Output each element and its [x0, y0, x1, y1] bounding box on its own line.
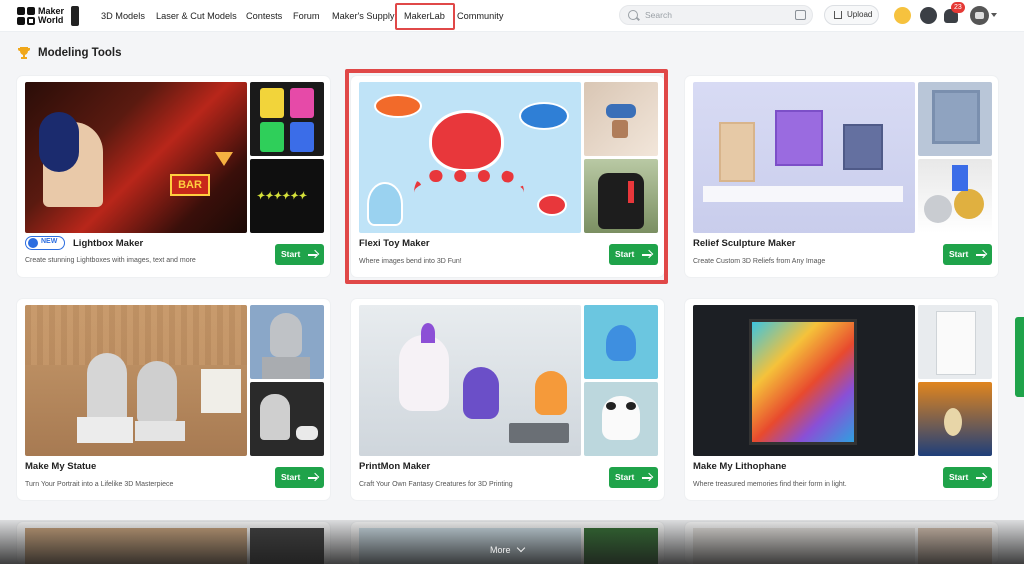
card-title: Make My Statue — [25, 461, 97, 472]
makerworld-logo[interactable]: Maker World — [17, 5, 75, 27]
card-image-main — [693, 305, 915, 456]
card-image-main — [693, 82, 915, 233]
tool-card-relief-sculpture-maker[interactable]: Relief Sculpture Maker Create Custom 3D … — [685, 76, 998, 277]
card-image-secondary-1 — [250, 82, 324, 156]
section-title: Modeling Tools — [38, 47, 122, 59]
card-image-main: BAR — [25, 82, 247, 233]
nav-forum[interactable]: Forum — [293, 0, 320, 32]
points-icon[interactable] — [894, 7, 911, 24]
new-badge-icon — [28, 238, 38, 248]
tool-card-lightbox-maker[interactable]: BAR ✦✦✦✦✦✦ NEW Lightbox Maker Create stu… — [17, 76, 330, 277]
arrow-right-icon — [308, 254, 317, 256]
card-image-secondary-1 — [250, 305, 324, 379]
search-placeholder: Search — [645, 10, 672, 20]
nav-community[interactable]: Community — [457, 0, 503, 32]
card-image-secondary-2 — [250, 382, 324, 456]
card-image-secondary-2 — [584, 382, 658, 456]
notification-badge: 23 — [951, 2, 965, 13]
start-label: Start — [281, 249, 301, 259]
logo-mark-icon — [17, 7, 35, 25]
start-label: Start — [281, 472, 301, 482]
new-badge-label: NEW — [41, 238, 58, 245]
top-navbar: Maker World 3D Models Laser & Cut Models… — [0, 0, 1024, 32]
nav-laser-cut-models[interactable]: Laser & Cut Models — [156, 0, 237, 32]
arrow-right-icon — [642, 477, 651, 479]
card-image-main — [359, 305, 581, 456]
start-label: Start — [949, 249, 969, 259]
start-button[interactable]: Start — [943, 244, 992, 265]
tool-card-printmon-maker[interactable]: PrintMon Maker Craft Your Own Fantasy Cr… — [351, 299, 664, 500]
nav-makers-supply[interactable]: Maker's Supply — [332, 0, 395, 32]
card-image-secondary-2: ✦✦✦✦✦✦ — [250, 159, 324, 233]
logo-beta-tag — [71, 6, 79, 26]
start-button[interactable]: Start — [275, 244, 324, 265]
card-image-secondary-2 — [918, 159, 992, 233]
chevron-down-icon[interactable] — [991, 13, 997, 17]
arrow-right-icon — [976, 477, 985, 479]
upload-label: Upload — [847, 10, 873, 19]
flexi-toy-highlight — [345, 69, 668, 284]
card-image-secondary-1 — [584, 305, 658, 379]
card-title: Lightbox Maker — [73, 238, 144, 249]
feedback-side-tab[interactable] — [1015, 317, 1024, 397]
card-title: PrintMon Maker — [359, 461, 431, 472]
upload-button[interactable]: Upload — [824, 5, 879, 25]
card-description: Turn Your Portrait into a Lifelike 3D Ma… — [25, 481, 174, 488]
arrow-right-icon — [308, 477, 317, 479]
card-description: Where treasured memories find their form… — [693, 481, 847, 488]
search-input[interactable]: Search — [619, 5, 813, 25]
card-image-main — [25, 305, 247, 456]
tool-card-make-my-statue[interactable]: Make My Statue Turn Your Portrait into a… — [17, 299, 330, 500]
card-title: Make My Lithophane — [693, 461, 787, 472]
bottom-fade-overlay — [0, 520, 1024, 564]
avatar[interactable] — [970, 6, 989, 25]
card-title: Relief Sculpture Maker — [693, 238, 796, 249]
start-button[interactable]: Start — [275, 467, 324, 488]
image-search-icon[interactable] — [795, 10, 806, 20]
card-image-secondary-1 — [918, 82, 992, 156]
more-button[interactable]: More — [490, 545, 511, 555]
card-description: Create Custom 3D Reliefs from Any Image — [693, 258, 826, 265]
nav-3d-models[interactable]: 3D Models — [101, 0, 145, 32]
search-icon — [628, 10, 638, 20]
start-label: Start — [615, 472, 635, 482]
logo-text-line2: World — [38, 15, 64, 25]
card-image-secondary-2 — [918, 382, 992, 456]
arrow-right-icon — [976, 254, 985, 256]
makerlab-highlight — [395, 3, 455, 30]
new-badge: NEW — [25, 236, 65, 250]
start-label: Start — [949, 472, 969, 482]
message-icon[interactable] — [920, 7, 937, 24]
nav-contests[interactable]: Contests — [246, 0, 282, 32]
trophy-icon — [18, 47, 30, 59]
start-button[interactable]: Start — [609, 467, 658, 488]
card-image-secondary-1 — [918, 305, 992, 379]
card-description: Craft Your Own Fantasy Creatures for 3D … — [359, 481, 513, 488]
tool-card-make-my-lithophane[interactable]: Make My Lithophane Where treasured memor… — [685, 299, 998, 500]
card-description: Create stunning Lightboxes with images, … — [25, 257, 196, 264]
start-button[interactable]: Start — [943, 467, 992, 488]
upload-icon — [834, 11, 842, 19]
